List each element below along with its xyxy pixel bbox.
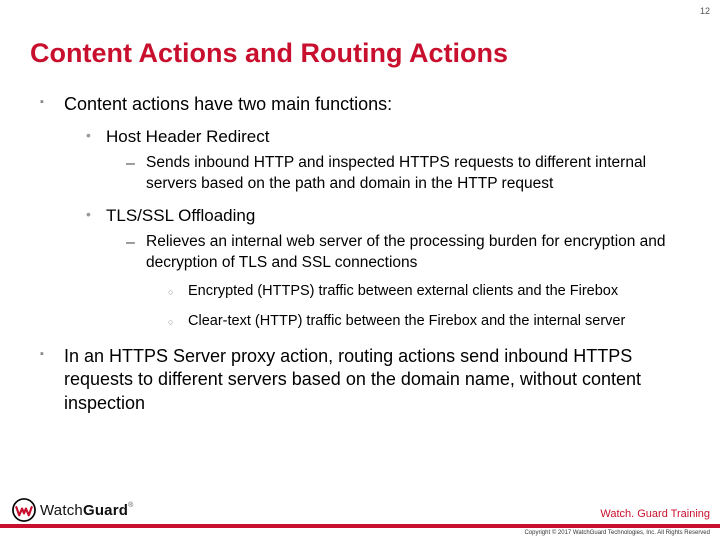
bullet-lvl2: TLS/SSL Offloading Relieves an internal … bbox=[82, 205, 690, 331]
bullet-list-lvl4: Encrypted (HTTPS) traffic between extern… bbox=[166, 282, 690, 331]
slide: 12 Content Actions and Routing Actions C… bbox=[0, 0, 720, 540]
bullet-list-lvl3: Sends inbound HTTP and inspected HTTPS r… bbox=[124, 153, 690, 195]
bullet-list-lvl3: Relieves an internal web server of the p… bbox=[124, 232, 690, 331]
slide-title: Content Actions and Routing Actions bbox=[30, 38, 690, 69]
bullet-lvl4: Encrypted (HTTPS) traffic between extern… bbox=[166, 282, 690, 302]
watchguard-mark-icon bbox=[12, 498, 36, 522]
copyright-text: Copyright © 2017 WatchGuard Technologies… bbox=[0, 528, 720, 540]
brand-wordmark: WatchGuard® bbox=[40, 502, 134, 519]
bullet-text: Encrypted (HTTPS) traffic between extern… bbox=[188, 283, 618, 299]
bullet-text: Content actions have two main functions: bbox=[64, 94, 392, 114]
bullet-text: Clear-text (HTTP) traffic between the Fi… bbox=[188, 313, 625, 329]
bullet-lvl3: Sends inbound HTTP and inspected HTTPS r… bbox=[124, 153, 690, 195]
bullet-text: In an HTTPS Server proxy action, routing… bbox=[64, 346, 641, 413]
footer-top: WatchGuard® Watch. Guard Training bbox=[0, 498, 720, 528]
bullet-lvl4: Clear-text (HTTP) traffic between the Fi… bbox=[166, 312, 690, 332]
bullet-lvl1: In an HTTPS Server proxy action, routing… bbox=[36, 345, 690, 415]
footer: WatchGuard® Watch. Guard Training Copyri… bbox=[0, 498, 720, 540]
training-label: Watch. Guard Training bbox=[600, 508, 710, 522]
registered-icon: ® bbox=[128, 502, 133, 509]
bullet-text: Sends inbound HTTP and inspected HTTPS r… bbox=[146, 154, 646, 192]
bullet-list: Content actions have two main functions:… bbox=[36, 93, 690, 415]
bullet-text: TLS/SSL Offloading bbox=[106, 206, 255, 225]
bullet-lvl3: Relieves an internal web server of the p… bbox=[124, 232, 690, 331]
bullet-text: Host Header Redirect bbox=[106, 127, 269, 146]
bullet-lvl1: Content actions have two main functions:… bbox=[36, 93, 690, 331]
brand-second: Guard bbox=[83, 502, 128, 519]
brand-logo: WatchGuard® bbox=[12, 498, 134, 522]
brand-first: Watch bbox=[40, 502, 83, 519]
bullet-lvl2: Host Header Redirect Sends inbound HTTP … bbox=[82, 126, 690, 195]
page-number: 12 bbox=[700, 6, 710, 16]
bullet-text: Relieves an internal web server of the p… bbox=[146, 233, 666, 271]
bullet-list-lvl2: Host Header Redirect Sends inbound HTTP … bbox=[82, 126, 690, 331]
